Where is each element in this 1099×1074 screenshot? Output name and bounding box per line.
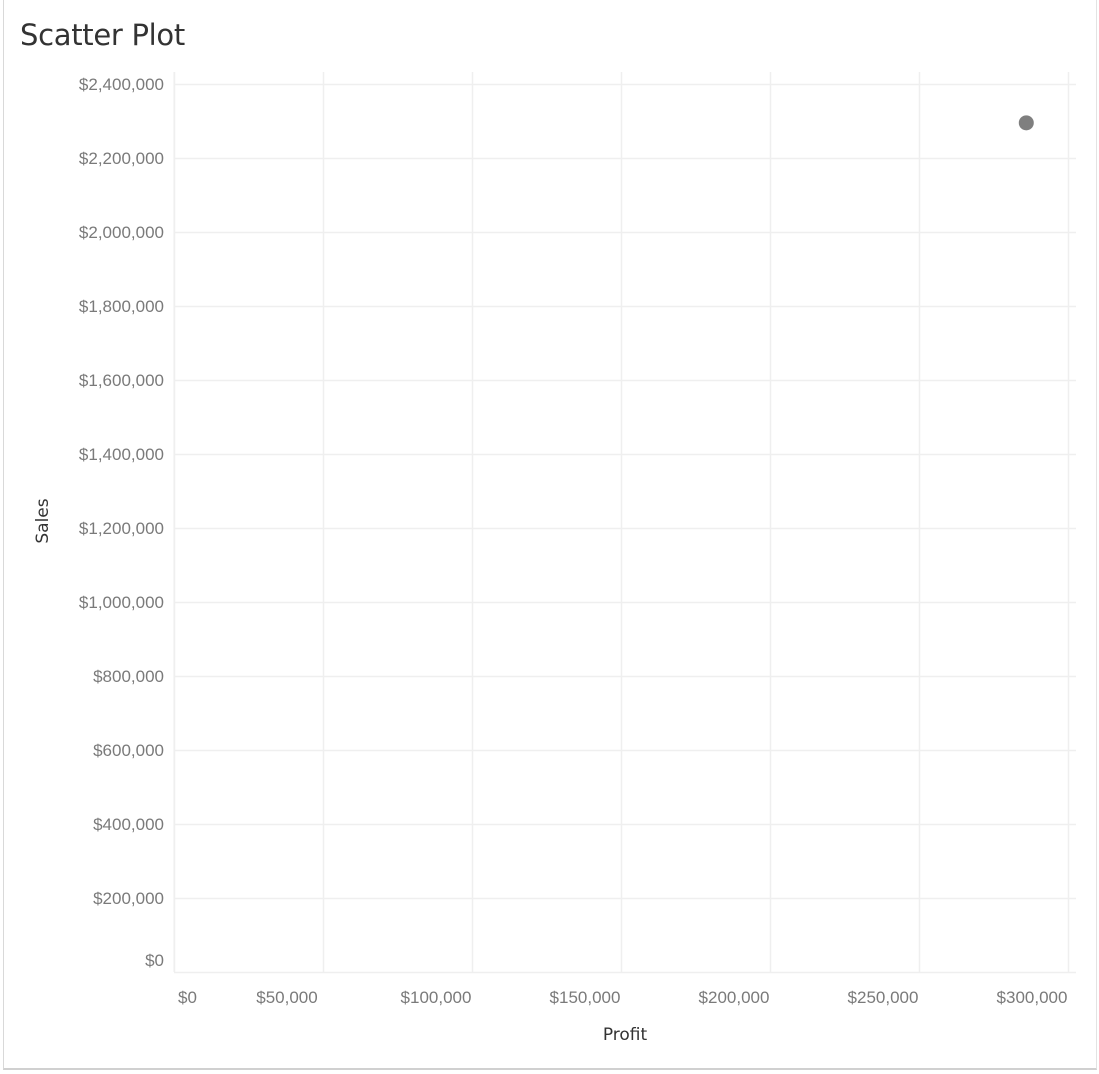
y-tick-label: $1,400,000: [79, 445, 164, 464]
y-tick-label: $800,000: [93, 667, 164, 686]
x-axis-title: Profit: [603, 1025, 648, 1045]
y-tick-label: $200,000: [93, 889, 164, 908]
y-tick-label: $0: [145, 951, 164, 970]
x-tick-label: $100,000: [401, 988, 472, 1007]
x-tick-label: $50,000: [256, 988, 317, 1007]
y-tick-label: $400,000: [93, 815, 164, 834]
y-tick-label: $1,000,000: [79, 593, 164, 612]
y-tick-label: $1,600,000: [79, 371, 164, 390]
x-tick-label: $0: [178, 988, 197, 1007]
scatter-point[interactable]: [1018, 115, 1034, 131]
y-tick-label: $600,000: [93, 741, 164, 760]
y-axis-ticks: $0 $200,000 $400,000 $600,000 $800,000 $1,000…: [79, 75, 164, 970]
data-points: [1018, 115, 1034, 131]
x-tick-label: $300,000: [997, 988, 1068, 1007]
x-tick-label: $150,000: [550, 988, 621, 1007]
x-tick-label: $250,000: [848, 988, 919, 1007]
y-tick-label: $1,800,000: [79, 297, 164, 316]
y-tick-label: $2,000,000: [79, 223, 164, 242]
x-axis-ticks: $0 $50,000 $100,000 $150,000 $200,000 $250,00…: [178, 988, 1067, 1007]
y-tick-label: $1,200,000: [79, 519, 164, 538]
grid-lines: [173, 72, 1076, 974]
y-axis-title: Sales: [33, 498, 53, 543]
scatter-chart: $0 $200,000 $400,000 $600,000 $800,000 $1,000…: [33, 72, 1076, 1045]
y-tick-label: $2,200,000: [79, 149, 164, 168]
y-tick-label: $2,400,000: [79, 75, 164, 94]
x-tick-label: $200,000: [699, 988, 770, 1007]
